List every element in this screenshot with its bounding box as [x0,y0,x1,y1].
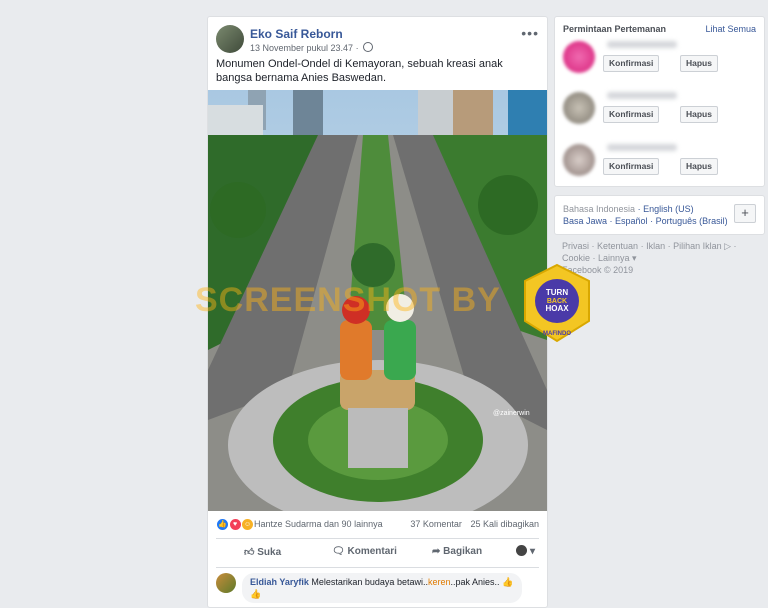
current-language: Bahasa Indonesia [563,204,636,214]
delete-button[interactable]: Hapus [680,158,718,175]
language-panel: Bahasa Indonesia · English (US) Basa Jaw… [554,195,765,235]
reaction-names[interactable]: Hantze Sudarma dan 90 lainnya [254,519,383,529]
comment-text-part: Melestarikan budaya betawi.. [311,577,428,587]
requester-name-blurred [607,144,677,151]
comment-count[interactable]: 37 Komentar [410,519,462,529]
friend-request-item: Konfirmasi Hapus [563,88,758,128]
commenter-avatar[interactable] [216,573,236,593]
share-button[interactable]: ➦ Bagikan [432,546,482,557]
comment-text-part-end: ..pak Anies.. [450,577,500,587]
ad-choices-icon: ▷ [724,241,732,251]
language-english[interactable]: English (US) [643,204,694,214]
footer-more[interactable]: Lainnya [598,253,630,263]
comment-keyword: keren [427,577,451,587]
language-list: Bahasa Indonesia · English (US) Basa Jaw… [563,204,728,226]
chevron-down-icon: ▾ [529,546,535,557]
badge-line1: TURN [546,288,568,297]
commenter-name[interactable]: Eldiah Yaryfik [250,577,309,587]
post-card: Eko Saif Reborn 13 November pukul 23.47 … [207,16,548,608]
author-name[interactable]: Eko Saif Reborn [250,27,343,41]
footer-ad-choices[interactable]: Pilihan Iklan [673,241,722,251]
requester-avatar[interactable] [563,144,595,176]
footer-copyright: Facebook © 2019 [562,265,634,275]
see-all-link[interactable]: Lihat Semua [705,24,756,34]
add-language-button[interactable]: + [734,204,756,223]
timestamp-text: 13 November pukul 23.47 · [250,43,359,53]
friend-requests-title: Permintaan Pertemanan [563,24,667,34]
share-count[interactable]: 25 Kali dibagikan [470,519,539,529]
confirm-button[interactable]: Konfirmasi [603,55,660,72]
monument-photo-illustration: @zainerwin [208,90,547,511]
language-jawa[interactable]: Basa Jawa [563,216,607,226]
comment-bubble: Eldiah Yaryfik Melestarikan budaya betaw… [242,573,522,603]
reactions-bar: 👍 ♥ ☺ Hantze Sudarma dan 90 lainnya 37 K… [216,517,539,533]
confirm-button[interactable]: Konfirmasi [603,158,660,175]
language-portugues[interactable]: Português (Brasil) [656,216,728,226]
author-avatar[interactable] [216,25,244,53]
haha-reaction-icon: ☺ [241,518,255,531]
thumbs-up-icon: 👍︎ [244,547,255,558]
requester-avatar[interactable] [563,92,595,124]
like-button[interactable]: 👍︎ Suka [244,546,281,558]
more-dots-icon[interactable]: ••• [521,25,539,41]
requester-name-blurred [607,92,677,99]
like-reaction-icon: 👍 [216,518,229,531]
like-label: Suka [257,547,282,558]
post-photo[interactable]: @zainerwin [208,90,547,511]
comment-bubble-icon: 🗨︎ [332,546,345,557]
comment-label: Komentari [347,546,397,557]
footer-privacy[interactable]: Privasi [562,241,589,251]
viewer-selector[interactable]: ▾ [516,545,535,557]
footer-cookie[interactable]: Cookie [562,253,590,263]
delete-button[interactable]: Hapus [680,106,718,123]
share-arrow-icon: ➦ [432,546,441,557]
viewer-avatar-icon [516,545,528,556]
action-bar: 👍︎ Suka 🗨︎ Komentari ➦ Bagikan ▾ [216,538,539,568]
post-header: Eko Saif Reborn 13 November pukul 23.47 … [216,25,539,55]
post-text: Monumen Ondel-Ondel di Kemayoran, sebuah… [216,58,503,84]
badge-line2: BACK [547,298,567,305]
post-timestamp[interactable]: 13 November pukul 23.47 · [250,42,374,53]
footer-links: Privasi · Ketentuan · Iklan · Pilihan Ik… [562,241,737,275]
reaction-icons[interactable]: 👍 ♥ ☺ [216,518,255,531]
photo-credit: @zainerwin [493,410,530,417]
friend-request-item: Konfirmasi Hapus [563,140,758,180]
requester-avatar[interactable] [563,41,595,73]
delete-button[interactable]: Hapus [680,55,718,72]
comment-button[interactable]: 🗨︎ Komentari [332,546,397,557]
share-label: Bagikan [443,546,483,557]
engagement-counts: 37 Komentar 25 Kali dibagikan [404,519,539,529]
friend-request-item: Konfirmasi Hapus [563,37,758,77]
confirm-button[interactable]: Konfirmasi [603,106,660,123]
language-espanol[interactable]: Español [615,216,648,226]
footer-ads[interactable]: Iklan [646,241,665,251]
friend-requests-panel: Permintaan Pertemanan Lihat Semua Konfir… [554,16,765,187]
globe-icon [363,42,374,52]
love-reaction-icon: ♥ [228,518,242,531]
requester-name-blurred [607,41,677,48]
badge-line3: HOAX [545,304,569,313]
footer-terms[interactable]: Ketentuan [597,241,638,251]
